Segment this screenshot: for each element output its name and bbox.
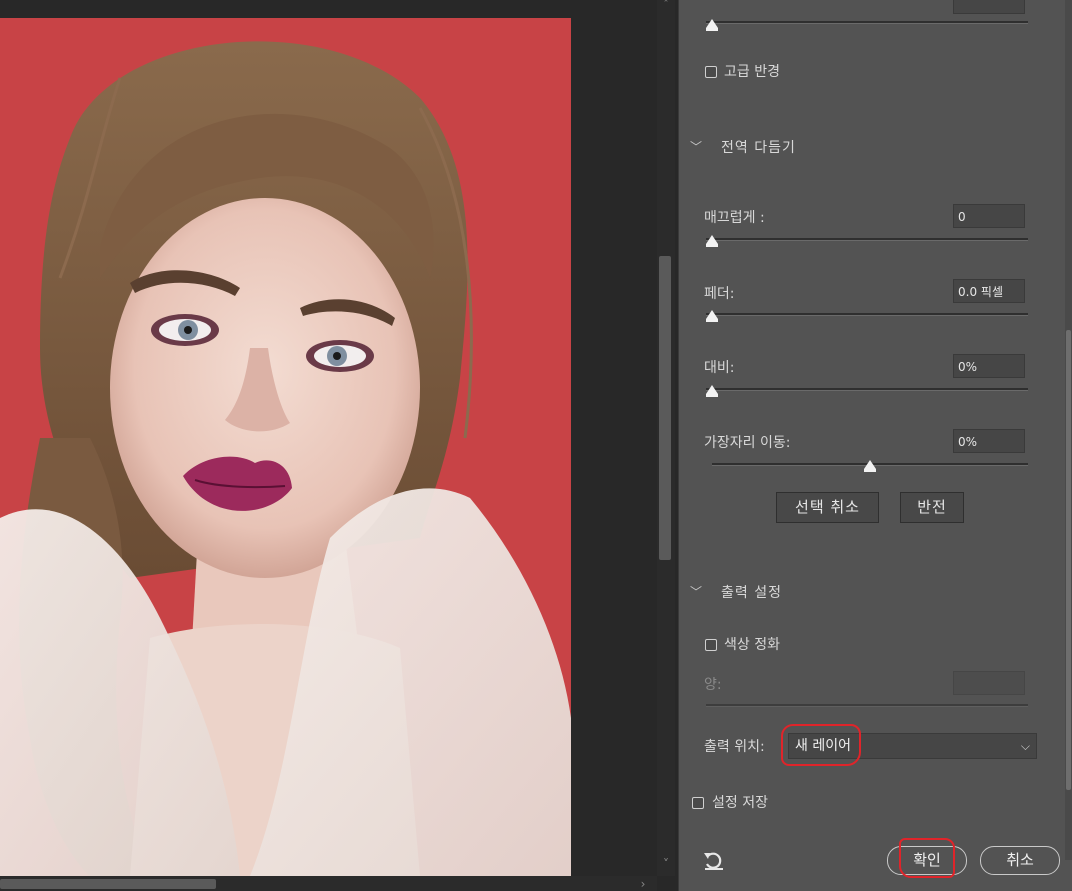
decontaminate-colors-label: 색상 정화 <box>724 637 780 653</box>
remember-settings-checkbox[interactable] <box>692 797 704 809</box>
invert-button[interactable]: 반전 <box>900 492 964 523</box>
remember-settings-label: 설정 저장 <box>712 795 768 811</box>
radius-value-field[interactable] <box>953 0 1025 14</box>
contrast-label: 대비: <box>704 360 735 376</box>
contrast-slider-thumb[interactable] <box>706 385 718 397</box>
output-to-label: 출력 위치: <box>704 739 765 755</box>
reset-icon[interactable] <box>702 850 726 872</box>
shift-edge-slider-thumb[interactable] <box>864 460 876 472</box>
shift-edge-value-field[interactable]: 0% <box>953 429 1025 453</box>
feather-slider-thumb[interactable] <box>706 310 718 322</box>
dropdown-arrow-icon: ⌵ <box>1020 739 1030 753</box>
cancel-button[interactable]: 취소 <box>980 846 1060 875</box>
scroll-up-icon[interactable]: ˄ <box>658 0 674 10</box>
feather-label: 페더: <box>704 286 735 302</box>
deselect-button[interactable]: 선택 취소 <box>776 492 879 523</box>
amount-label: 양: <box>704 677 722 693</box>
portrait-photo <box>0 18 571 876</box>
smooth-value-field[interactable]: 0 <box>953 204 1025 228</box>
advanced-radius-label: 고급 반경 <box>724 64 780 80</box>
feather-slider-track[interactable] <box>706 313 1028 316</box>
contrast-value-field[interactable]: 0% <box>953 354 1025 378</box>
panel-scroll-thumb[interactable] <box>1066 330 1071 790</box>
radius-slider-track[interactable] <box>706 21 1028 24</box>
contrast-slider-track[interactable] <box>706 388 1028 391</box>
amount-value-field[interactable] <box>953 671 1025 695</box>
shift-edge-label: 가장자리 이동: <box>704 435 791 451</box>
chevron-down-icon[interactable]: ﹀ <box>690 138 702 155</box>
canvas-vertical-scroll-thumb[interactable] <box>659 256 671 560</box>
smooth-slider-track[interactable] <box>706 238 1028 241</box>
annotation-circle-output <box>781 724 861 766</box>
chevron-down-icon[interactable]: ﹀ <box>690 583 702 600</box>
scroll-down-icon[interactable]: ˅ <box>658 856 674 872</box>
radius-slider-thumb[interactable] <box>706 19 718 31</box>
decontaminate-colors-checkbox[interactable] <box>705 639 717 651</box>
feather-value-field[interactable]: 0.0 픽셀 <box>953 279 1025 303</box>
scroll-right-icon[interactable]: › <box>636 877 650 891</box>
global-refinement-title[interactable]: 전역 다듬기 <box>721 137 796 157</box>
annotation-circle-ok <box>899 838 955 878</box>
advanced-radius-checkbox[interactable] <box>705 66 717 78</box>
canvas-horizontal-scroll-thumb[interactable] <box>0 879 216 889</box>
smooth-slider-thumb[interactable] <box>706 235 718 247</box>
smooth-label: 매끄럽게 : <box>704 210 765 226</box>
output-settings-title[interactable]: 출력 설정 <box>721 582 782 602</box>
amount-slider-track[interactable] <box>706 704 1028 707</box>
